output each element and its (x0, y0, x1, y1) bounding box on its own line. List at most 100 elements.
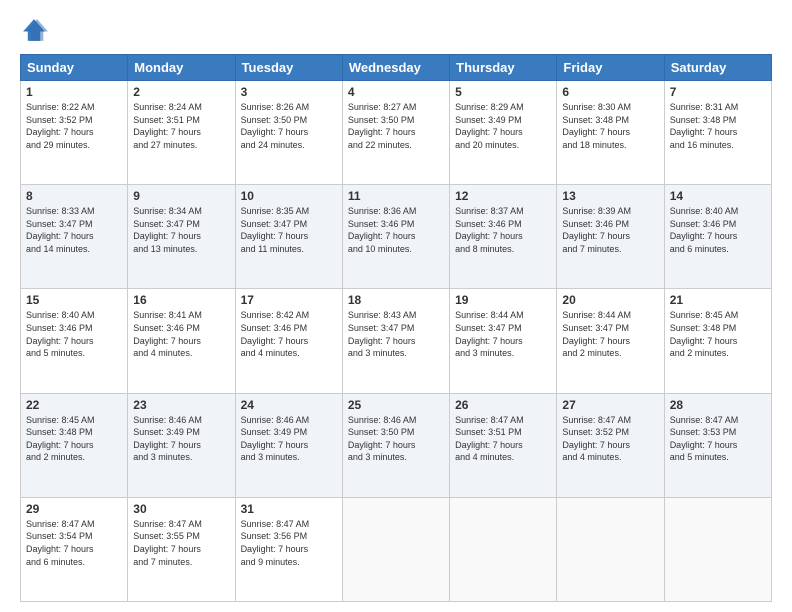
calendar-cell (342, 497, 449, 601)
day-number: 7 (670, 85, 766, 99)
day-info: Sunrise: 8:47 AMSunset: 3:56 PMDaylight:… (241, 519, 310, 567)
day-info: Sunrise: 8:47 AMSunset: 3:53 PMDaylight:… (670, 415, 739, 463)
day-info: Sunrise: 8:33 AMSunset: 3:47 PMDaylight:… (26, 206, 95, 254)
day-info: Sunrise: 8:47 AMSunset: 3:52 PMDaylight:… (562, 415, 631, 463)
day-number: 10 (241, 189, 337, 203)
header-row: SundayMondayTuesdayWednesdayThursdayFrid… (21, 55, 772, 81)
day-number: 22 (26, 398, 122, 412)
calendar-cell: 14 Sunrise: 8:40 AMSunset: 3:46 PMDayligh… (664, 185, 771, 289)
calendar-cell: 24Sunrise: 8:46 AMSunset: 3:49 PMDayligh… (235, 393, 342, 497)
calendar-cell (664, 497, 771, 601)
week-row-4: 22Sunrise: 8:45 AMSunset: 3:48 PMDayligh… (21, 393, 772, 497)
day-info: Sunrise: 8:47 AMSunset: 3:55 PMDaylight:… (133, 519, 202, 567)
calendar-cell: 18 Sunrise: 8:43 AMSunset: 3:47 PMDayligh… (342, 289, 449, 393)
calendar-cell: 22Sunrise: 8:45 AMSunset: 3:48 PMDayligh… (21, 393, 128, 497)
calendar-cell: 15Sunrise: 8:40 AMSunset: 3:46 PMDayligh… (21, 289, 128, 393)
calendar-cell: 16Sunrise: 8:41 AMSunset: 3:46 PMDayligh… (128, 289, 235, 393)
header-thursday: Thursday (450, 55, 557, 81)
day-number: 29 (26, 502, 122, 516)
calendar-cell: 11 Sunrise: 8:36 AMSunset: 3:46 PMDayligh… (342, 185, 449, 289)
day-number: 2 (133, 85, 229, 99)
calendar-cell: 10 Sunrise: 8:35 AMSunset: 3:47 PMDayligh… (235, 185, 342, 289)
day-info: Sunrise: 8:44 AMSunset: 3:47 PMDaylight:… (562, 310, 631, 358)
day-info: Sunrise: 8:40 AMSunset: 3:46 PMDaylight:… (26, 310, 95, 358)
day-number: 11 (348, 189, 444, 203)
day-info: Sunrise: 8:46 AMSunset: 3:50 PMDaylight:… (348, 415, 417, 463)
day-info: Sunrise: 8:46 AMSunset: 3:49 PMDaylight:… (241, 415, 310, 463)
calendar-cell: 12 Sunrise: 8:37 AMSunset: 3:46 PMDayligh… (450, 185, 557, 289)
calendar-cell: 2 Sunrise: 8:24 AMSunset: 3:51 PMDaylight… (128, 81, 235, 185)
day-number: 19 (455, 293, 551, 307)
day-number: 28 (670, 398, 766, 412)
day-info: Sunrise: 8:47 AMSunset: 3:51 PMDaylight:… (455, 415, 524, 463)
header-monday: Monday (128, 55, 235, 81)
calendar-cell: 30 Sunrise: 8:47 AMSunset: 3:55 PMDayligh… (128, 497, 235, 601)
calendar-cell: 3 Sunrise: 8:26 AMSunset: 3:50 PMDaylight… (235, 81, 342, 185)
calendar-cell: 28 Sunrise: 8:47 AMSunset: 3:53 PMDayligh… (664, 393, 771, 497)
day-number: 12 (455, 189, 551, 203)
header-tuesday: Tuesday (235, 55, 342, 81)
day-number: 4 (348, 85, 444, 99)
day-number: 13 (562, 189, 658, 203)
day-info: Sunrise: 8:43 AMSunset: 3:47 PMDaylight:… (348, 310, 417, 358)
calendar-cell: 21 Sunrise: 8:45 AMSunset: 3:48 PMDayligh… (664, 289, 771, 393)
day-info: Sunrise: 8:24 AMSunset: 3:51 PMDaylight:… (133, 102, 202, 150)
calendar-cell: 8Sunrise: 8:33 AMSunset: 3:47 PMDaylight… (21, 185, 128, 289)
day-number: 9 (133, 189, 229, 203)
day-info: Sunrise: 8:30 AMSunset: 3:48 PMDaylight:… (562, 102, 631, 150)
day-info: Sunrise: 8:45 AMSunset: 3:48 PMDaylight:… (670, 310, 739, 358)
day-number: 26 (455, 398, 551, 412)
calendar-cell: 25 Sunrise: 8:46 AMSunset: 3:50 PMDayligh… (342, 393, 449, 497)
day-number: 14 (670, 189, 766, 203)
calendar-cell (450, 497, 557, 601)
week-row-1: 1Sunrise: 8:22 AMSunset: 3:52 PMDaylight… (21, 81, 772, 185)
calendar-cell: 13 Sunrise: 8:39 AMSunset: 3:46 PMDayligh… (557, 185, 664, 289)
calendar-cell: 26 Sunrise: 8:47 AMSunset: 3:51 PMDayligh… (450, 393, 557, 497)
day-info: Sunrise: 8:29 AMSunset: 3:49 PMDaylight:… (455, 102, 524, 150)
calendar-cell: 1Sunrise: 8:22 AMSunset: 3:52 PMDaylight… (21, 81, 128, 185)
calendar-cell: 4Sunrise: 8:27 AMSunset: 3:50 PMDaylight… (342, 81, 449, 185)
header (20, 16, 772, 44)
day-number: 17 (241, 293, 337, 307)
day-info: Sunrise: 8:34 AMSunset: 3:47 PMDaylight:… (133, 206, 202, 254)
day-info: Sunrise: 8:35 AMSunset: 3:47 PMDaylight:… (241, 206, 310, 254)
page: SundayMondayTuesdayWednesdayThursdayFrid… (0, 0, 792, 612)
day-info: Sunrise: 8:40 AMSunset: 3:46 PMDaylight:… (670, 206, 739, 254)
calendar-cell: 6 Sunrise: 8:30 AMSunset: 3:48 PMDaylight… (557, 81, 664, 185)
day-number: 6 (562, 85, 658, 99)
logo (20, 16, 52, 44)
header-sunday: Sunday (21, 55, 128, 81)
day-number: 18 (348, 293, 444, 307)
header-friday: Friday (557, 55, 664, 81)
day-info: Sunrise: 8:22 AMSunset: 3:52 PMDaylight:… (26, 102, 95, 150)
day-info: Sunrise: 8:42 AMSunset: 3:46 PMDaylight:… (241, 310, 310, 358)
day-number: 25 (348, 398, 444, 412)
calendar-cell: 27 Sunrise: 8:47 AMSunset: 3:52 PMDayligh… (557, 393, 664, 497)
calendar-cell: 23 Sunrise: 8:46 AMSunset: 3:49 PMDayligh… (128, 393, 235, 497)
day-number: 3 (241, 85, 337, 99)
header-saturday: Saturday (664, 55, 771, 81)
day-info: Sunrise: 8:39 AMSunset: 3:46 PMDaylight:… (562, 206, 631, 254)
week-row-5: 29 Sunrise: 8:47 AMSunset: 3:54 PMDayligh… (21, 497, 772, 601)
day-info: Sunrise: 8:26 AMSunset: 3:50 PMDaylight:… (241, 102, 310, 150)
calendar-cell: 31 Sunrise: 8:47 AMSunset: 3:56 PMDayligh… (235, 497, 342, 601)
day-number: 30 (133, 502, 229, 516)
calendar-cell (557, 497, 664, 601)
day-info: Sunrise: 8:37 AMSunset: 3:46 PMDaylight:… (455, 206, 524, 254)
day-info: Sunrise: 8:36 AMSunset: 3:46 PMDaylight:… (348, 206, 417, 254)
calendar-cell: 20 Sunrise: 8:44 AMSunset: 3:47 PMDayligh… (557, 289, 664, 393)
day-number: 31 (241, 502, 337, 516)
day-number: 23 (133, 398, 229, 412)
day-number: 21 (670, 293, 766, 307)
calendar-cell: 19 Sunrise: 8:44 AMSunset: 3:47 PMDayligh… (450, 289, 557, 393)
calendar-cell: 7Sunrise: 8:31 AMSunset: 3:48 PMDaylight… (664, 81, 771, 185)
day-number: 27 (562, 398, 658, 412)
day-info: Sunrise: 8:41 AMSunset: 3:46 PMDaylight:… (133, 310, 202, 358)
day-number: 20 (562, 293, 658, 307)
calendar-table: SundayMondayTuesdayWednesdayThursdayFrid… (20, 54, 772, 602)
day-info: Sunrise: 8:44 AMSunset: 3:47 PMDaylight:… (455, 310, 524, 358)
logo-icon (20, 16, 48, 44)
day-info: Sunrise: 8:47 AMSunset: 3:54 PMDaylight:… (26, 519, 95, 567)
day-info: Sunrise: 8:46 AMSunset: 3:49 PMDaylight:… (133, 415, 202, 463)
week-row-3: 15Sunrise: 8:40 AMSunset: 3:46 PMDayligh… (21, 289, 772, 393)
